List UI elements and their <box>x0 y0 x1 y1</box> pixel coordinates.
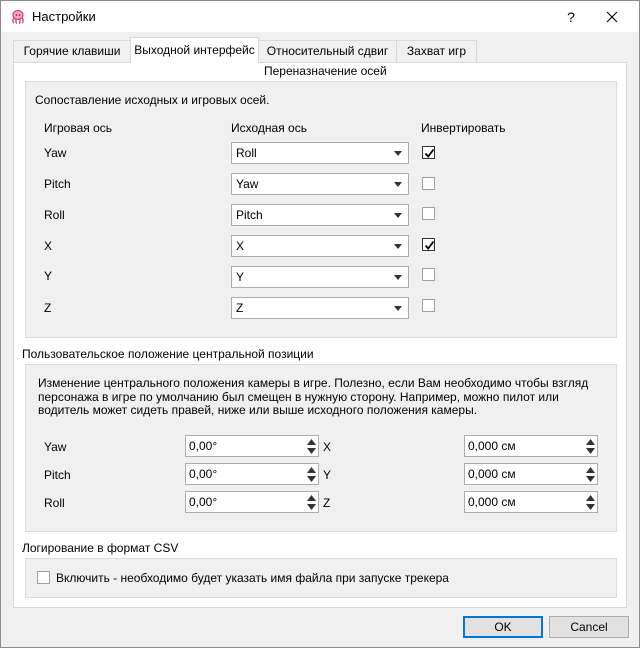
spin-up-icon[interactable] <box>307 495 316 501</box>
csv-enable-checkbox[interactable] <box>37 571 50 584</box>
spin-up-icon[interactable] <box>307 467 316 473</box>
game-axis-label: Yaw <box>44 146 67 160</box>
translation-label: Y <box>323 468 332 482</box>
title-bar: Настройки ? <box>1 1 639 32</box>
spin-up-icon[interactable] <box>586 439 595 445</box>
source-axis-select-yaw[interactable]: Roll <box>231 142 409 164</box>
source-axis-select-y[interactable]: Y <box>231 266 409 288</box>
close-button[interactable] <box>598 6 626 28</box>
invert-checkbox-x[interactable] <box>422 238 435 251</box>
chevron-down-icon <box>394 151 402 156</box>
spin-down-icon[interactable] <box>307 448 316 454</box>
source-axis-value: Roll <box>236 146 257 160</box>
spin-value: 0,00° <box>189 467 218 481</box>
settings-dialog: Настройки ? Горячие клавиши Выходной инт… <box>0 0 640 648</box>
check-icon <box>424 148 435 158</box>
rotation-label: Roll <box>44 496 65 510</box>
chevron-down-icon <box>394 182 402 187</box>
translation-label: Z <box>323 496 331 510</box>
source-axis-select-roll[interactable]: Pitch <box>231 204 409 226</box>
game-axis-label: Y <box>44 269 53 283</box>
invert-checkbox-yaw[interactable] <box>422 146 435 159</box>
close-icon <box>606 11 618 23</box>
invert-checkbox-pitch[interactable] <box>422 177 435 190</box>
header-source-axis: Исходная ось <box>231 121 307 135</box>
header-game-axis: Игровая ось <box>44 121 113 135</box>
source-axis-value: Pitch <box>236 208 263 222</box>
cancel-button[interactable]: Cancel <box>549 616 629 638</box>
center-position-title: Пользовательское положение центральной п… <box>22 347 314 361</box>
game-axis-label: Pitch <box>44 177 71 191</box>
source-axis-value: Y <box>236 270 245 284</box>
source-axis-select-z[interactable]: Z <box>231 297 409 319</box>
spin-down-icon[interactable] <box>307 504 316 510</box>
tab-game-capture[interactable]: Захват игр <box>396 40 477 62</box>
csv-logging-title: Логирование в формат CSV <box>22 541 179 555</box>
invert-checkbox-roll[interactable] <box>422 207 435 220</box>
roll-offset-spinbox[interactable]: 0,00° <box>185 491 319 513</box>
game-axis-label: Roll <box>44 208 65 222</box>
rotation-label: Pitch <box>44 468 71 482</box>
source-axis-value: Z <box>236 301 244 315</box>
ok-button[interactable]: OK <box>463 616 543 638</box>
octopus-icon <box>10 9 26 25</box>
tab-relative-shift[interactable]: Относительный сдвиг <box>258 40 397 62</box>
tab-hotkeys[interactable]: Горячие клавиши <box>13 40 131 62</box>
yaw-offset-spinbox[interactable]: 0,00° <box>185 435 319 457</box>
spin-value: 0,000 см <box>468 495 516 509</box>
game-axis-label: X <box>44 239 53 253</box>
source-axis-select-pitch[interactable]: Yaw <box>231 173 409 195</box>
z-offset-spinbox[interactable]: 0,000 см <box>464 491 598 513</box>
spin-down-icon[interactable] <box>586 476 595 482</box>
center-position-description: Изменение центрального положения камеры … <box>38 376 589 417</box>
spin-up-icon[interactable] <box>586 495 595 501</box>
chevron-down-icon <box>394 213 402 218</box>
rotation-label: Yaw <box>44 440 67 454</box>
pitch-offset-spinbox[interactable]: 0,00° <box>185 463 319 485</box>
csv-enable-label[interactable]: Включить - необходимо будет указать имя … <box>56 571 449 585</box>
spin-value: 0,000 см <box>468 467 516 481</box>
spin-value: 0,000 см <box>468 439 516 453</box>
window-title: Настройки <box>32 9 96 24</box>
spin-value: 0,00° <box>189 439 218 453</box>
x-offset-spinbox[interactable]: 0,000 см <box>464 435 598 457</box>
spin-value: 0,00° <box>189 495 218 509</box>
chevron-down-icon <box>394 275 402 280</box>
tab-output-interface[interactable]: Выходной интерфейс <box>130 37 259 63</box>
source-axis-value: X <box>236 239 245 253</box>
help-button[interactable]: ? <box>557 6 585 28</box>
check-icon <box>424 240 435 250</box>
spin-up-icon[interactable] <box>307 439 316 445</box>
game-axis-label: Z <box>44 301 52 315</box>
spin-up-icon[interactable] <box>586 467 595 473</box>
header-invert: Инвертировать <box>421 121 506 135</box>
axis-remap-title: Переназначение осей <box>264 64 387 78</box>
spin-down-icon[interactable] <box>586 448 595 454</box>
invert-checkbox-y[interactable] <box>422 268 435 281</box>
y-offset-spinbox[interactable]: 0,000 см <box>464 463 598 485</box>
axis-remap-description: Сопоставление исходных и игровых осей. <box>35 93 270 107</box>
source-axis-select-x[interactable]: X <box>231 235 409 257</box>
spin-down-icon[interactable] <box>307 476 316 482</box>
invert-checkbox-z[interactable] <box>422 299 435 312</box>
translation-label: X <box>323 440 332 454</box>
spin-down-icon[interactable] <box>586 504 595 510</box>
source-axis-value: Yaw <box>236 177 259 191</box>
chevron-down-icon <box>394 244 402 249</box>
chevron-down-icon <box>394 306 402 311</box>
